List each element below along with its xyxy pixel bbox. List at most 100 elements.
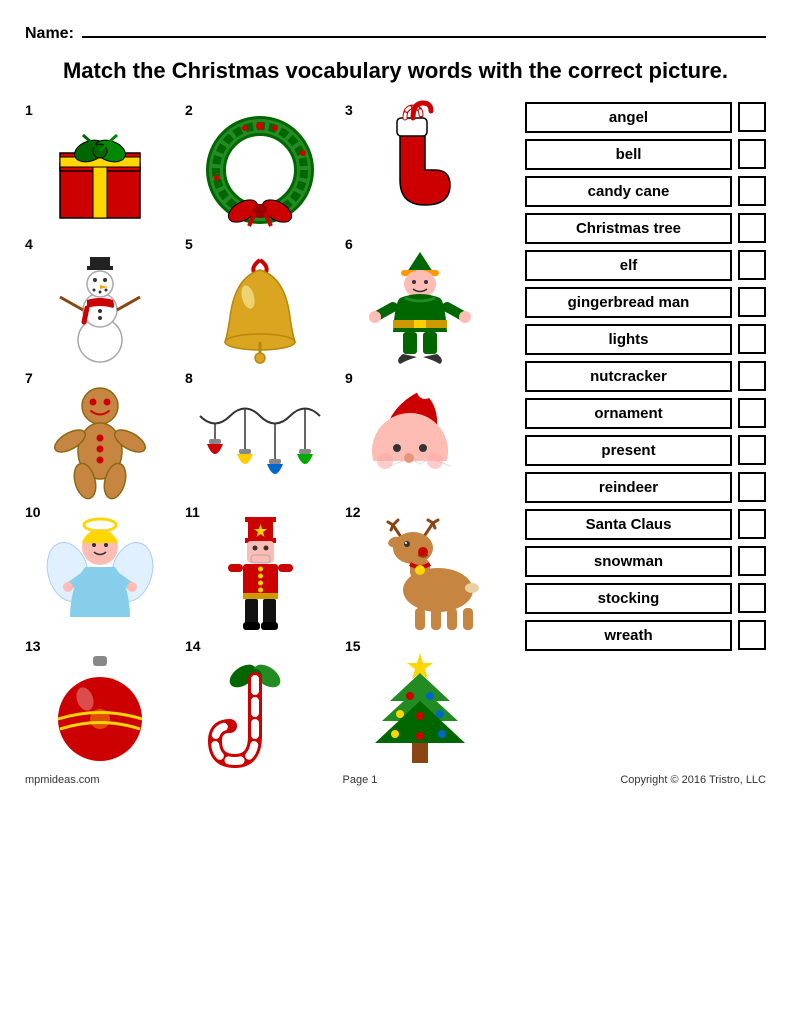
bell-image xyxy=(195,252,325,362)
answer-box-snowman[interactable] xyxy=(738,546,766,576)
main-content: 1 xyxy=(25,102,766,764)
word-row: candy cane xyxy=(525,176,766,207)
word-row: Christmas tree xyxy=(525,213,766,244)
word-box-present: present xyxy=(525,435,732,466)
word-box-candy-cane: candy cane xyxy=(525,176,732,207)
answer-box-angel[interactable] xyxy=(738,102,766,132)
picture-cell-2: 2 xyxy=(185,102,335,228)
word-box-angel: angel xyxy=(525,102,732,133)
candy-cane-image xyxy=(195,654,325,764)
picture-cell-6: 6 xyxy=(345,236,495,362)
word-box-Santa-Claus: Santa Claus xyxy=(525,509,732,540)
answer-box-candy-cane[interactable] xyxy=(738,176,766,206)
word-row: bell xyxy=(525,139,766,170)
picture-cell-1: 1 xyxy=(25,102,175,228)
word-row: ornament xyxy=(525,398,766,429)
name-label: Name: xyxy=(25,25,74,43)
picture-cell-13: 13 xyxy=(25,638,175,764)
picture-cell-8: 8 xyxy=(185,370,335,496)
pictures-grid: 1 xyxy=(25,102,515,764)
picture-cell-5: 5 xyxy=(185,236,335,362)
answer-box-Santa-Claus[interactable] xyxy=(738,509,766,539)
word-box-lights: lights xyxy=(525,324,732,355)
pictures-section: 1 xyxy=(25,102,515,764)
wreath-image xyxy=(195,118,325,228)
page-title: Match the Christmas vocabulary words wit… xyxy=(25,57,766,86)
word-row: snowman xyxy=(525,546,766,577)
gingerbread-man-image xyxy=(35,386,165,496)
cell-number-10: 10 xyxy=(25,504,41,520)
cell-number-2: 2 xyxy=(185,102,193,118)
word-box-gingerbread-man: gingerbread man xyxy=(525,287,732,318)
cell-number-4: 4 xyxy=(25,236,33,252)
lights-image xyxy=(195,386,325,496)
santa-image xyxy=(355,386,485,496)
cell-number-11: 11 xyxy=(185,504,200,520)
answer-box-bell[interactable] xyxy=(738,139,766,169)
picture-cell-7: 7 xyxy=(25,370,175,496)
answer-box-wreath[interactable] xyxy=(738,620,766,650)
word-row: stocking xyxy=(525,583,766,614)
word-row: nutcracker xyxy=(525,361,766,392)
answer-box-present[interactable] xyxy=(738,435,766,465)
word-row: angel xyxy=(525,102,766,133)
word-box-Christmas-tree: Christmas tree xyxy=(525,213,732,244)
footer: mpmideas.com Page 1 Copyright © 2016 Tri… xyxy=(25,774,766,786)
word-box-elf: elf xyxy=(525,250,732,281)
answer-box-nutcracker[interactable] xyxy=(738,361,766,391)
word-box-stocking: stocking xyxy=(525,583,732,614)
picture-cell-14: 14 xyxy=(185,638,335,764)
picture-cell-3: 3 xyxy=(345,102,495,228)
picture-cell-12: 12 xyxy=(345,504,495,630)
snowman-image xyxy=(35,252,165,362)
cell-number-13: 13 xyxy=(25,638,41,654)
name-line: Name: xyxy=(25,20,766,43)
elf-image xyxy=(355,252,485,362)
word-row: Santa Claus xyxy=(525,509,766,540)
cell-number-6: 6 xyxy=(345,236,353,252)
cell-number-3: 3 xyxy=(345,102,353,118)
word-row: elf xyxy=(525,250,766,281)
answer-box-gingerbread-man[interactable] xyxy=(738,287,766,317)
cell-number-7: 7 xyxy=(25,370,33,386)
word-row: gingerbread man xyxy=(525,287,766,318)
christmas-tree-image xyxy=(355,654,485,764)
answer-box-ornament[interactable] xyxy=(738,398,766,428)
stocking-image xyxy=(355,118,485,228)
word-row: present xyxy=(525,435,766,466)
picture-cell-9: 9 xyxy=(345,370,495,496)
footer-center: Page 1 xyxy=(343,774,378,786)
present-image xyxy=(35,118,165,228)
ornament-image xyxy=(35,654,165,764)
footer-left: mpmideas.com xyxy=(25,774,100,786)
name-input-line[interactable] xyxy=(82,20,766,38)
word-box-snowman: snowman xyxy=(525,546,732,577)
word-row: reindeer xyxy=(525,472,766,503)
cell-number-15: 15 xyxy=(345,638,361,654)
picture-cell-10: 10 xyxy=(25,504,175,630)
word-row: wreath xyxy=(525,620,766,651)
cell-number-8: 8 xyxy=(185,370,193,386)
cell-number-12: 12 xyxy=(345,504,361,520)
answer-box-Christmas-tree[interactable] xyxy=(738,213,766,243)
answer-box-stocking[interactable] xyxy=(738,583,766,613)
word-box-ornament: ornament xyxy=(525,398,732,429)
footer-right: Copyright © 2016 Tristro, LLC xyxy=(620,774,766,786)
cell-number-9: 9 xyxy=(345,370,353,386)
angel-image xyxy=(35,520,165,630)
picture-cell-4: 4 xyxy=(25,236,175,362)
nutcracker-image xyxy=(195,520,325,630)
word-box-wreath: wreath xyxy=(525,620,732,651)
cell-number-1: 1 xyxy=(25,102,33,118)
reindeer-image xyxy=(355,520,485,630)
cell-number-14: 14 xyxy=(185,638,201,654)
word-row: lights xyxy=(525,324,766,355)
word-box-reindeer: reindeer xyxy=(525,472,732,503)
word-box-bell: bell xyxy=(525,139,732,170)
answer-box-elf[interactable] xyxy=(738,250,766,280)
answer-box-reindeer[interactable] xyxy=(738,472,766,502)
answer-box-lights[interactable] xyxy=(738,324,766,354)
picture-cell-15: 15 xyxy=(345,638,495,764)
cell-number-5: 5 xyxy=(185,236,193,252)
picture-cell-11: 11 xyxy=(185,504,335,630)
